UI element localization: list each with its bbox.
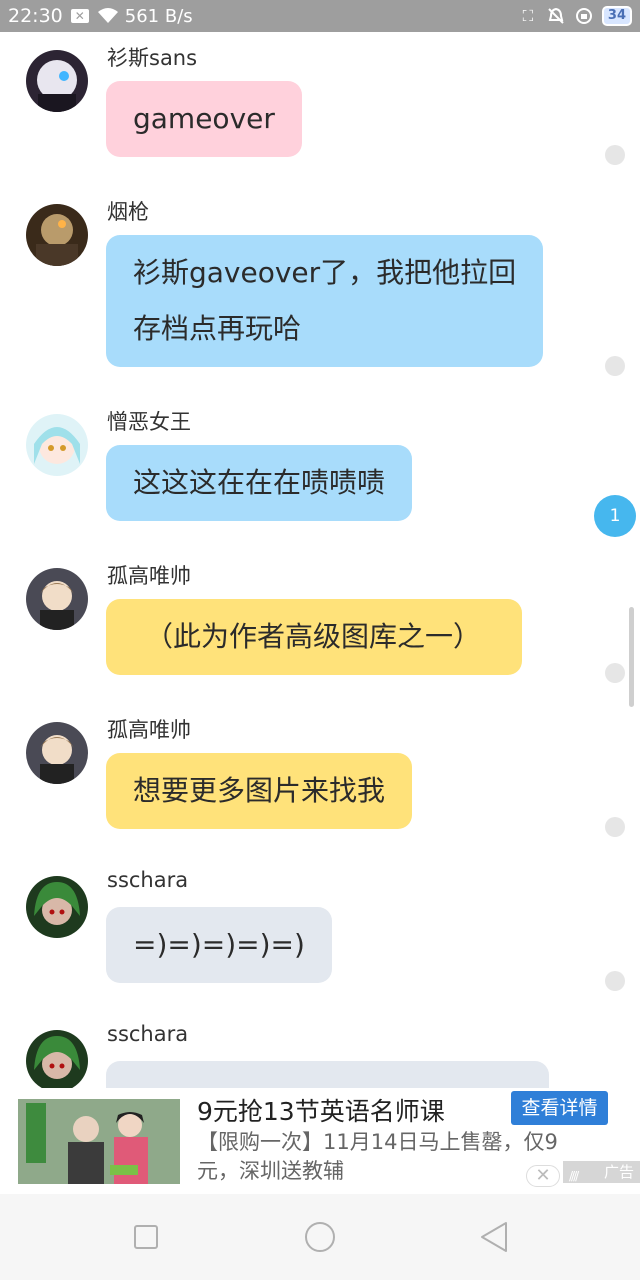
message-bubble[interactable]: =)=)=)=)=) (106, 907, 332, 983)
system-navigation-bar (0, 1194, 640, 1280)
bell-off-icon (546, 7, 566, 25)
read-status-dot (605, 145, 625, 165)
ad-tag-text: 广告 (603, 1163, 634, 1181)
message-bubble[interactable] (106, 1061, 549, 1088)
view-details-button[interactable]: 查看详情 (511, 1091, 608, 1125)
status-time: 22:30 (8, 5, 63, 27)
status-bar: 22:30 ✕ 561 B/s ⛶ 34 (0, 0, 640, 32)
network-speed: 561 B/s (124, 5, 193, 27)
ad-banner[interactable]: 9元抢13节英语名师课 【限购一次】11月14日马上售罄，仅9元，深圳送教辅 查… (0, 1088, 640, 1194)
message-bubble[interactable]: （此为作者高级图库之一） (106, 599, 523, 675)
home-circle-icon[interactable] (305, 1222, 335, 1252)
message-bubble[interactable]: 这这这在在在啧啧啧 (106, 445, 413, 521)
nfc-icon: ⛶ (522, 7, 534, 25)
message-bubble[interactable]: gameover (106, 81, 302, 157)
message-line: 衫斯gaveover了，我把他拉回 (133, 256, 517, 289)
sender-name: 孤高唯帅 (107, 564, 191, 588)
data-saver-icon (574, 7, 594, 25)
chat-message-list[interactable]: 衫斯sans gameover 烟枪 衫斯gaveover了，我把他拉回 存档点… (0, 32, 640, 1088)
ad-stripes-icon: //// (569, 1169, 579, 1183)
avatar[interactable] (26, 414, 88, 476)
close-ad-icon[interactable]: ✕ (526, 1165, 560, 1187)
avatar[interactable] (26, 204, 88, 266)
ad-label: //// 广告 (563, 1161, 640, 1183)
unread-count-badge[interactable]: 1 (594, 495, 636, 537)
notification-x-icon: ✕ (70, 9, 89, 23)
message-line: 存档点再玩哈 (133, 312, 302, 345)
sender-name: 烟枪 (107, 200, 149, 224)
avatar[interactable] (26, 876, 88, 938)
message-bubble[interactable]: 想要更多图片来找我 (106, 753, 413, 829)
avatar[interactable] (26, 722, 88, 784)
read-status-dot (605, 971, 625, 991)
sender-name: sschara (107, 1022, 189, 1046)
wifi-icon (97, 7, 118, 25)
read-status-dot (605, 817, 625, 837)
sender-name: 孤高唯帅 (107, 718, 191, 742)
ad-title[interactable]: 9元抢13节英语名师课 (197, 1092, 445, 1128)
avatar[interactable] (26, 1030, 88, 1088)
back-triangle-icon[interactable] (479, 1221, 509, 1257)
scrollbar[interactable] (629, 607, 634, 707)
read-status-dot (605, 356, 625, 376)
avatar[interactable] (26, 50, 88, 112)
read-status-dot (605, 663, 625, 683)
message-bubble[interactable]: 衫斯gaveover了，我把他拉回 存档点再玩哈 (106, 235, 544, 367)
sender-name: sschara (107, 868, 189, 892)
sender-name: 衫斯sans (107, 46, 198, 70)
avatar[interactable] (26, 568, 88, 630)
recent-apps-square-icon[interactable] (134, 1225, 158, 1249)
battery-indicator: 34 (601, 6, 632, 26)
sender-name: 憎恶女王 (107, 410, 191, 434)
ad-image[interactable] (18, 1089, 180, 1184)
